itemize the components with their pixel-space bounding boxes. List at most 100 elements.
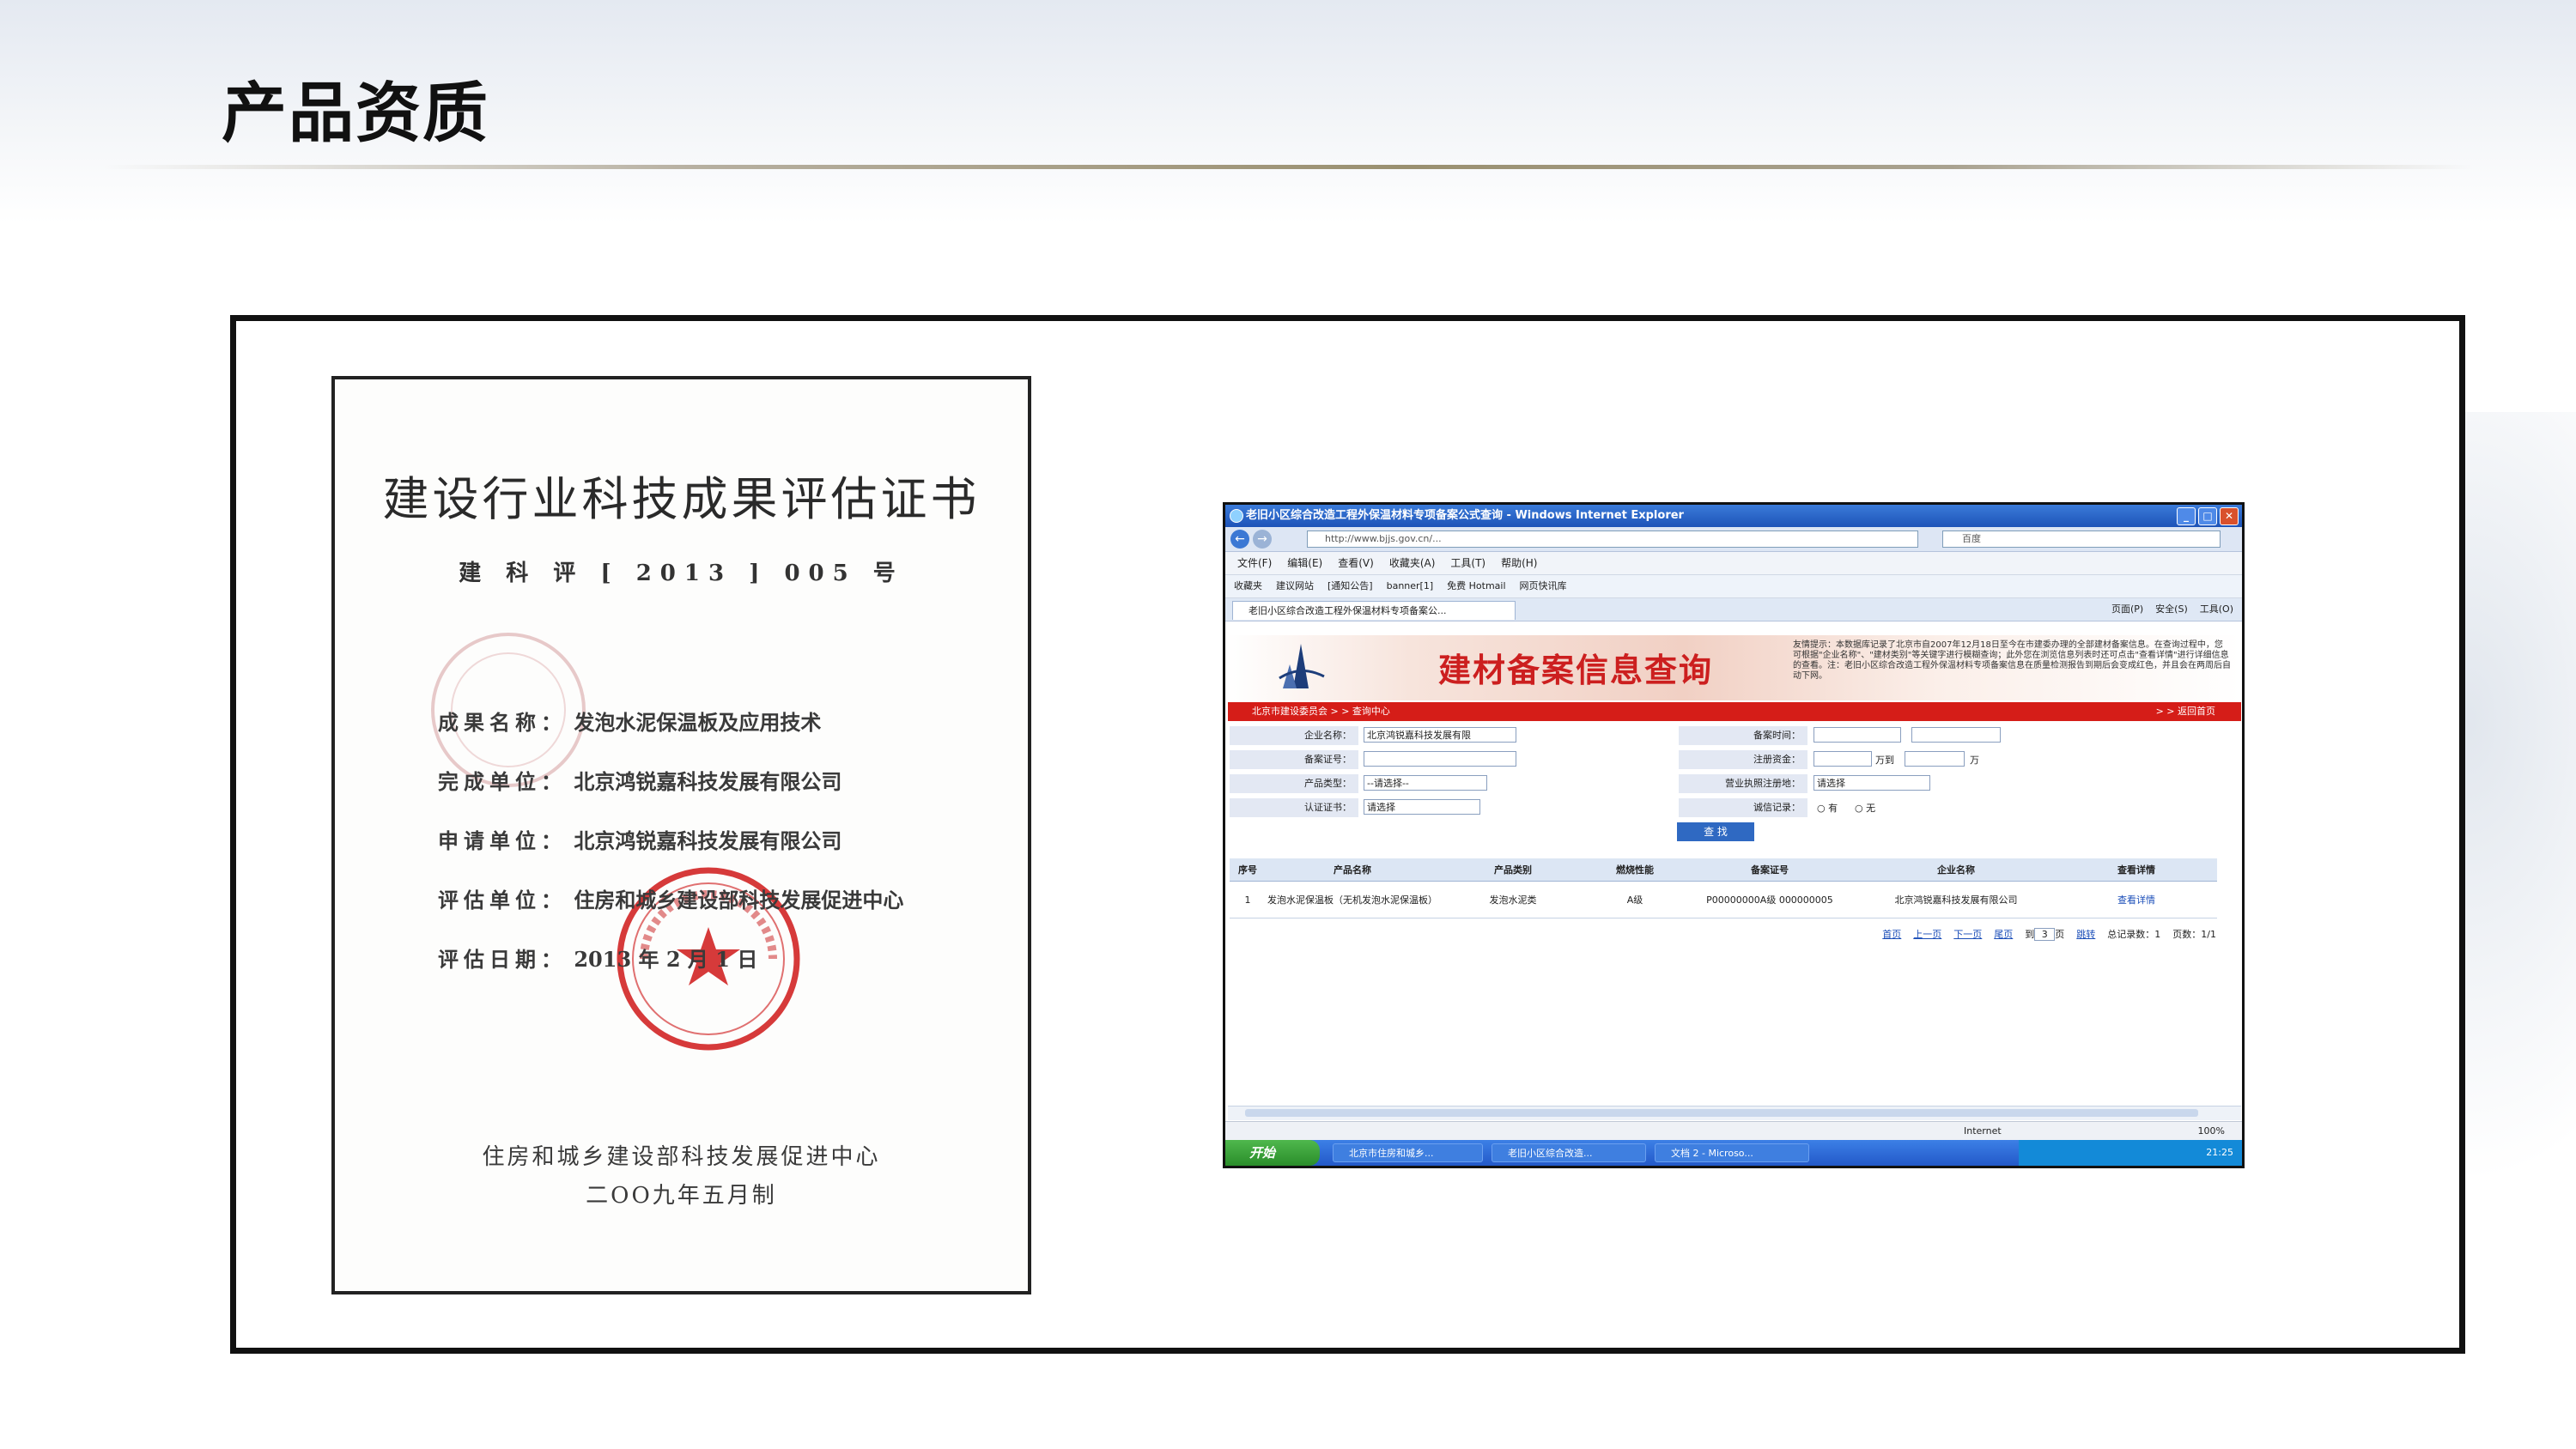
favorite-link[interactable]: 建议网站	[1276, 575, 1314, 597]
ie-icon	[1230, 509, 1243, 523]
zoom-level[interactable]: 100%	[2198, 1122, 2225, 1141]
time-from-input[interactable]	[1814, 727, 1901, 743]
field-label: 完成单位：	[438, 769, 567, 794]
type-select[interactable]: --请选择--	[1364, 775, 1487, 791]
address-bar-row: ← → http://www.bjjs.gov.cn/... 百度	[1225, 527, 2242, 552]
site-breadcrumb-bar: 北京市建设委员会 > > 查询中心 > > 返回首页	[1228, 702, 2241, 721]
menu-tools[interactable]: 工具(T)	[1450, 552, 1485, 574]
time-to-input[interactable]	[1911, 727, 2001, 743]
time-label: 备案时间：	[1679, 726, 1807, 745]
type-label: 产品类型：	[1230, 774, 1358, 793]
goto-page: 到3页	[2025, 927, 2064, 941]
certificate-title: 建设行业科技成果评估证书	[382, 472, 981, 526]
cell-product-category: 发泡水泥类	[1439, 881, 1587, 919]
taskbar: 开始 北京市住房和城乡... 老旧小区综合改造... 文档 2 - Micros…	[1225, 1140, 2242, 1166]
menu-help[interactable]: 帮助(H)	[1501, 552, 1537, 574]
cell-index: 1	[1230, 881, 1266, 919]
scrollbar-thumb[interactable]	[1245, 1109, 2198, 1117]
favorite-link[interactable]: [通知公告]	[1327, 575, 1373, 597]
field-value: 北京鸿锐嘉科技发展有限公司	[574, 769, 842, 794]
column-header: 产品类别	[1439, 858, 1587, 882]
cell-fire-rating: A级	[1587, 881, 1683, 919]
field-date: 评估日期： 2013 年 2 月 1 日	[438, 943, 903, 1002]
cert-no-label: 备案证号：	[1230, 750, 1358, 769]
minimize-icon[interactable]: _	[2177, 507, 2196, 525]
menu-favorites[interactable]: 收藏夹(A)	[1389, 552, 1436, 574]
forward-icon[interactable]: →	[1253, 530, 1272, 549]
command-safety[interactable]: 安全(S)	[2155, 602, 2188, 617]
horizontal-scrollbar[interactable]	[1228, 1106, 2241, 1120]
goto-suffix: 页	[2055, 929, 2065, 940]
goto-page-input[interactable]: 3	[2034, 928, 2056, 941]
home-link[interactable]: > > 返回首页	[2156, 702, 2215, 721]
title-divider	[103, 165, 2473, 169]
credit-yes-radio[interactable]: ○ 有	[1817, 801, 1838, 815]
field-evaluator: 评估单位： 住房和城乡建设部科技发展促进中心	[438, 883, 903, 943]
results-table: 序号 产品名称 产品类别 燃烧性能 备案证号 企业名称 查看详情 1 发泡水泥保…	[1230, 858, 2217, 919]
capital-unit-text: 万	[1970, 755, 1979, 766]
credit-no-radio[interactable]: ○ 无	[1855, 801, 1875, 815]
credit-yes-label: 有	[1828, 803, 1838, 814]
favorite-link[interactable]: 免费 Hotmail	[1447, 575, 1505, 597]
menu-bar: 文件(F) 编辑(E) 查看(V) 收藏夹(A) 工具(T) 帮助(H)	[1225, 552, 2242, 575]
favorites-bar: 收藏夹 建议网站 [通知公告] banner[1] 免费 Hotmail 网页快…	[1225, 575, 2242, 598]
taskbar-item[interactable]: 文档 2 - Microso...	[1655, 1143, 1809, 1162]
cell-company: 北京鸿锐嘉科技发展有限公司	[1856, 881, 2056, 919]
capital-label: 注册资金：	[1679, 750, 1807, 769]
menu-view[interactable]: 查看(V)	[1338, 552, 1374, 574]
prev-page-link[interactable]: 上一页	[1913, 927, 1941, 941]
certificate-footer-org: 住房和城乡建设部科技发展促进中心	[482, 1144, 881, 1170]
system-tray: 21:25	[2019, 1140, 2242, 1166]
column-header: 序号	[1230, 858, 1266, 882]
next-page-link[interactable]: 下一页	[1953, 927, 1982, 941]
taskbar-item[interactable]: 老旧小区综合改造...	[1492, 1143, 1646, 1162]
total-records: 总记录数：1	[2107, 929, 2161, 940]
taskbar-item[interactable]: 北京市住房和城乡...	[1333, 1143, 1483, 1162]
column-header: 查看详情	[2056, 858, 2217, 882]
field-value: 北京鸿锐嘉科技发展有限公司	[574, 828, 842, 853]
capital-to-input[interactable]	[1905, 751, 1965, 767]
page-title: 产品资质	[222, 75, 489, 151]
first-page-link[interactable]: 首页	[1882, 927, 1901, 941]
field-applicant: 申请单位： 北京鸿锐嘉科技发展有限公司	[438, 824, 903, 883]
last-page-link[interactable]: 尾页	[1994, 927, 2013, 941]
site-logo-icon	[1279, 644, 1325, 688]
search-button[interactable]: 查 找	[1677, 822, 1754, 841]
close-icon[interactable]: ✕	[2220, 507, 2239, 525]
table-header-row: 序号 产品名称 产品类别 燃烧性能 备案证号 企业名称 查看详情	[1230, 858, 2217, 882]
capital-to-text: 万到	[1875, 755, 1894, 766]
window-titlebar: 老旧小区综合改造工程外保温材料专项备案公式查询 - Windows Intern…	[1225, 505, 2242, 527]
menu-edit[interactable]: 编辑(E)	[1287, 552, 1322, 574]
menu-file[interactable]: 文件(F)	[1237, 552, 1272, 574]
field-label: 评估单位：	[438, 888, 567, 912]
certificate-image: 建设行业科技成果评估证书 建 科 评 [ 2013 ] 005 号 成果名称： …	[331, 376, 1031, 1294]
favorite-link[interactable]: banner[1]	[1387, 575, 1434, 597]
field-label: 成果名称：	[438, 710, 567, 735]
address-input[interactable]: http://www.bjjs.gov.cn/...	[1307, 530, 1918, 548]
start-button[interactable]: 开始	[1225, 1140, 1320, 1166]
favorites-button[interactable]: 收藏夹	[1234, 575, 1262, 597]
field-value: 发泡水泥保温板及应用技术	[574, 710, 822, 735]
column-header: 产品名称	[1266, 858, 1439, 882]
window-title: 老旧小区综合改造工程外保温材料专项备案公式查询 - Windows Intern…	[1246, 509, 1684, 522]
capital-from-input[interactable]	[1814, 751, 1872, 767]
column-header: 燃烧性能	[1587, 858, 1683, 882]
jump-link[interactable]: 跳转	[2076, 927, 2095, 941]
field-value: 2013 年 2 月 1 日	[574, 947, 758, 972]
license-select[interactable]: 请选择	[1814, 775, 1930, 791]
cert-no-input[interactable]	[1364, 751, 1516, 767]
search-input[interactable]: 百度	[1942, 530, 2221, 548]
column-header: 企业名称	[1856, 858, 2056, 882]
maximize-icon[interactable]: □	[2198, 507, 2217, 525]
company-input[interactable]: 北京鸿锐嘉科技发展有限	[1364, 727, 1516, 743]
auth-select[interactable]: 请选择	[1364, 799, 1480, 815]
table-row: 1 发泡水泥保温板（无机发泡水泥保温板） 发泡水泥类 A级 P00000000A…	[1230, 881, 2217, 919]
pagination: 首页 上一页 下一页 尾页 到3页 跳转 总记录数：1 页数：1/1	[1882, 927, 2216, 941]
tab-current[interactable]: 老旧小区综合改造工程外保温材料专项备案公...	[1232, 601, 1516, 620]
command-page[interactable]: 页面(P)	[2111, 602, 2143, 617]
command-tools[interactable]: 工具(O)	[2200, 602, 2233, 617]
favorite-link[interactable]: 网页快讯库	[1520, 575, 1567, 597]
license-label: 营业执照注册地：	[1679, 774, 1807, 793]
back-icon[interactable]: ←	[1230, 530, 1249, 549]
view-details-link[interactable]: 查看详情	[2056, 881, 2217, 919]
